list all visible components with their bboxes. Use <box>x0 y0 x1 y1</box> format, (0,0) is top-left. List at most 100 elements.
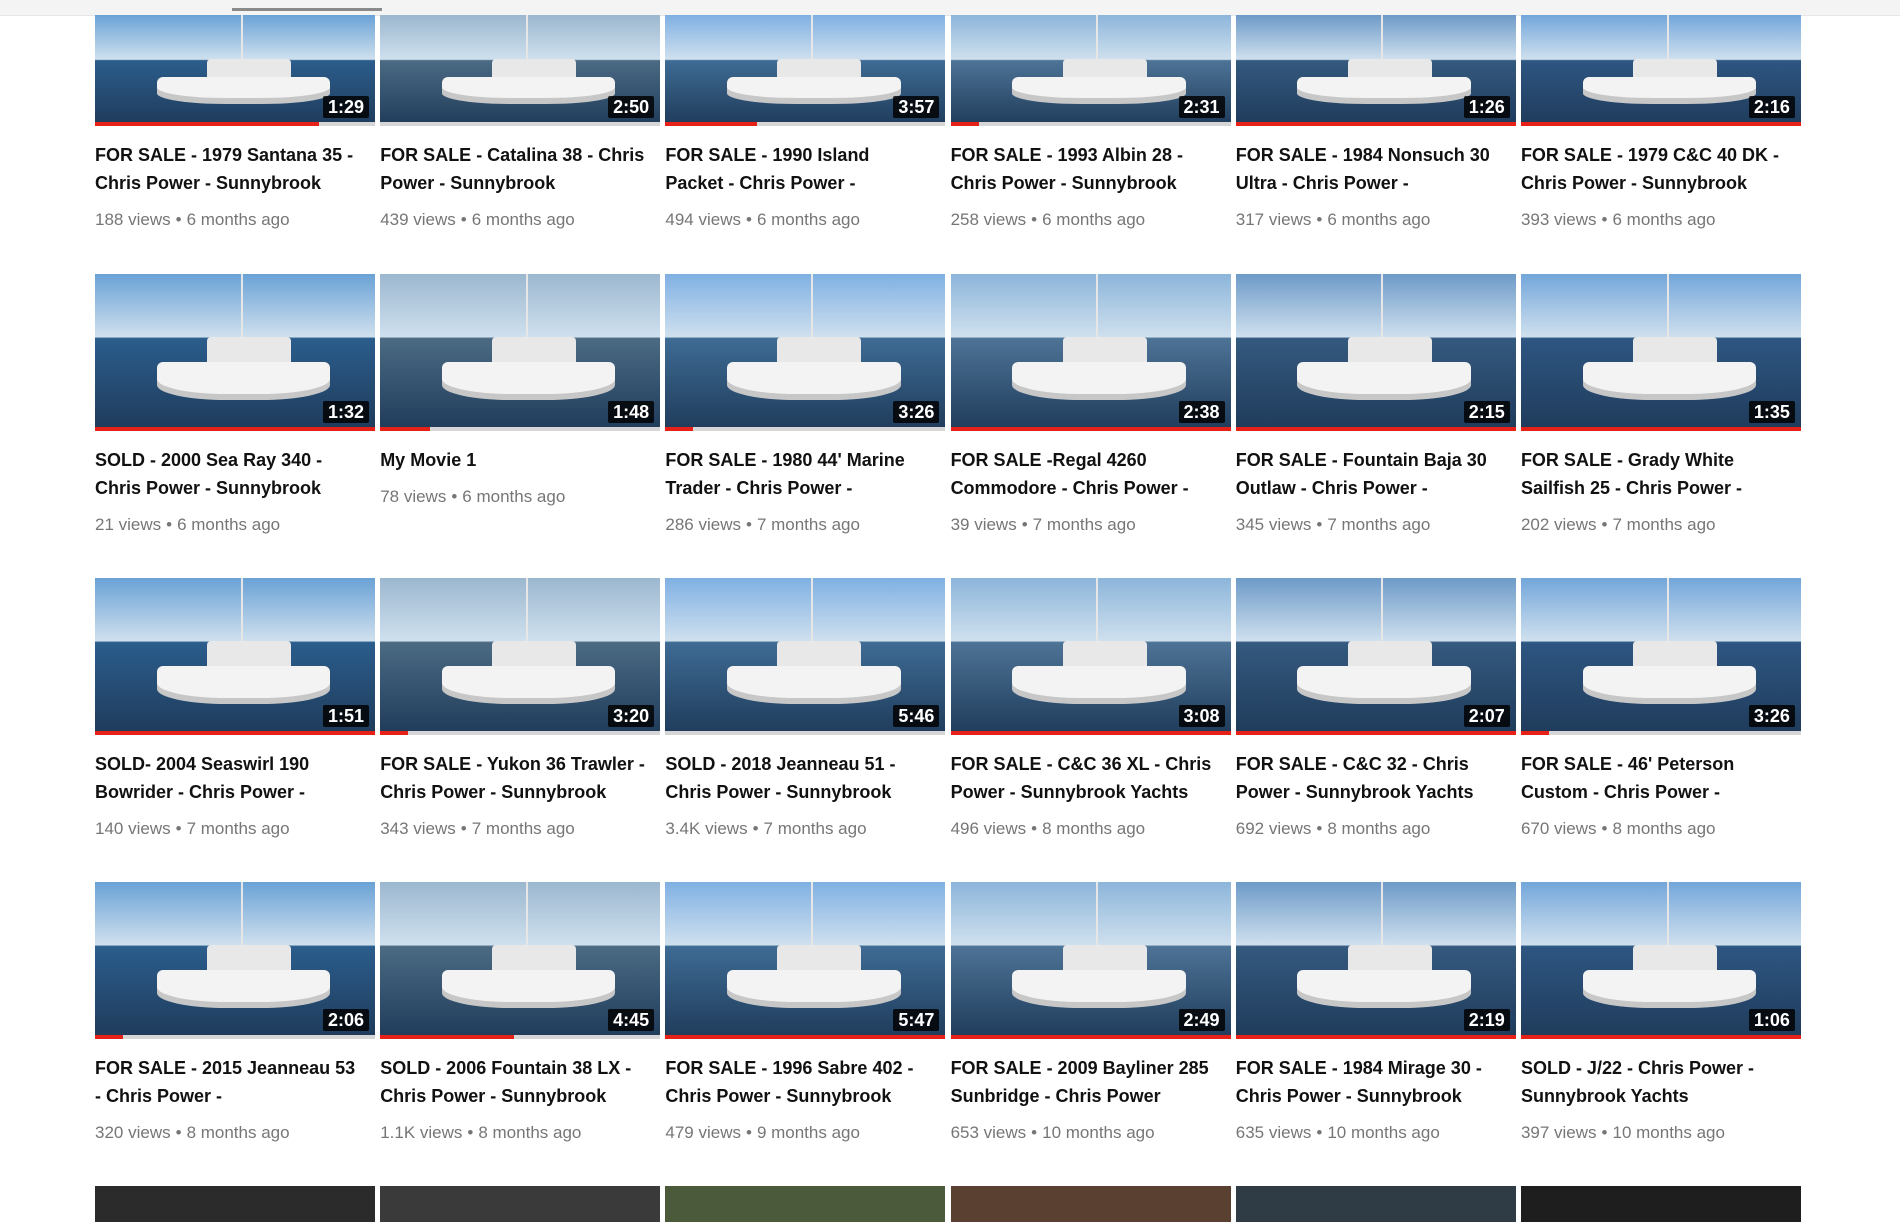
video-card[interactable]: 5:46 SOLD - 2018 Jeanneau 51 - Chris Pow… <box>665 578 946 882</box>
video-title[interactable]: SOLD- 2004 Seaswirl 190 Bowrider - Chris… <box>95 750 361 806</box>
video-thumbnail[interactable]: 1:06 <box>1520 882 1801 1039</box>
watch-progress-fill <box>380 1035 515 1039</box>
video-thumbnail[interactable]: 2:06 <box>95 882 375 1039</box>
thumbnail-stub[interactable] <box>95 1186 375 1222</box>
watch-progress-fill <box>950 1035 1231 1039</box>
video-card[interactable]: 4:45 SOLD - 2006 Fountain 38 LX - Chris … <box>380 882 661 1186</box>
video-title[interactable]: FOR SALE - 2009 Bayliner 285 Sunbridge -… <box>951 1054 1217 1110</box>
video-card[interactable]: 2:50 FOR SALE - Catalina 38 - Chris Powe… <box>380 15 661 274</box>
watch-progress-bar <box>380 1035 661 1039</box>
meta-separator: • <box>460 210 467 229</box>
video-card[interactable]: 2:16 FOR SALE - 1979 C&C 40 DK - Chris P… <box>1520 15 1801 274</box>
meta-separator: • <box>1601 1123 1608 1142</box>
video-card[interactable]: 2:31 FOR SALE - 1993 Albin 28 - Chris Po… <box>950 15 1231 274</box>
video-title[interactable]: FOR SALE - 1980 44' Marine Trader - Chri… <box>665 446 931 502</box>
video-duration: 2:06 <box>322 1009 369 1031</box>
video-thumbnail[interactable]: 2:15 <box>1235 274 1516 431</box>
video-title[interactable]: SOLD - J/22 - Chris Power - Sunnybrook Y… <box>1521 1054 1787 1110</box>
video-thumbnail[interactable]: 3:57 <box>665 15 946 126</box>
video-thumbnail[interactable]: 1:26 <box>1235 15 1516 126</box>
video-thumbnail[interactable]: 2:16 <box>1520 15 1801 126</box>
video-card[interactable]: 5:47 FOR SALE - 1996 Sabre 402 - Chris P… <box>665 882 946 1186</box>
video-thumbnail[interactable]: 1:35 <box>1520 274 1801 431</box>
video-thumbnail[interactable]: 4:45 <box>380 882 661 1039</box>
video-thumbnail[interactable]: 2:31 <box>950 15 1231 126</box>
video-title[interactable]: SOLD - 2006 Fountain 38 LX - Chris Power… <box>380 1054 646 1110</box>
video-card[interactable]: 2:06 FOR SALE - 2015 Jeanneau 53 - Chris… <box>95 882 375 1186</box>
video-title[interactable]: FOR SALE - C&C 32 - Chris Power - Sunnyb… <box>1236 750 1502 806</box>
video-metadata: 140 views • 7 months ago <box>95 818 375 840</box>
video-title[interactable]: FOR SALE - 1984 Nonsuch 30 Ultra - Chris… <box>1236 141 1502 197</box>
video-card[interactable]: 3:26 FOR SALE - 46' Peterson Custom - Ch… <box>1520 578 1801 882</box>
video-thumbnail[interactable]: 2:38 <box>950 274 1231 431</box>
video-thumbnail[interactable]: 3:08 <box>950 578 1231 735</box>
video-thumbnail[interactable]: 1:32 <box>95 274 375 431</box>
thumbnail-stub[interactable] <box>380 1186 661 1222</box>
video-title[interactable]: FOR SALE - 1996 Sabre 402 - Chris Power … <box>665 1054 931 1110</box>
video-thumbnail[interactable]: 1:51 <box>95 578 375 735</box>
video-title[interactable]: SOLD - 2000 Sea Ray 340 - Chris Power - … <box>95 446 361 502</box>
video-thumbnail[interactable]: 3:26 <box>1520 578 1801 735</box>
meta-separator: • <box>175 819 182 838</box>
video-card[interactable]: 3:26 FOR SALE - 1980 44' Marine Trader -… <box>665 274 946 578</box>
video-card[interactable]: 2:07 FOR SALE - C&C 32 - Chris Power - S… <box>1235 578 1516 882</box>
video-title[interactable]: FOR SALE - 1979 Santana 35 - Chris Power… <box>95 141 361 197</box>
boat-hull-graphic <box>1012 77 1186 104</box>
boat-cabin-graphic <box>207 59 291 78</box>
video-card[interactable]: 1:48 My Movie 1 78 views • 6 months ago <box>380 274 661 578</box>
video-title[interactable]: FOR SALE - Fountain Baja 30 Outlaw - Chr… <box>1236 446 1502 502</box>
video-metadata: 653 views • 10 months ago <box>951 1122 1231 1144</box>
video-title[interactable]: FOR SALE - 1984 Mirage 30 - Chris Power … <box>1236 1054 1502 1110</box>
boat-hull-graphic <box>441 77 616 104</box>
video-card[interactable]: 3:57 FOR SALE - 1990 Island Packet - Chr… <box>665 15 946 274</box>
video-title[interactable]: FOR SALE - Grady White Sailfish 25 - Chr… <box>1521 446 1787 502</box>
video-title[interactable]: FOR SALE - Catalina 38 - Chris Power - S… <box>380 141 646 197</box>
video-thumbnail[interactable]: 5:46 <box>665 578 946 735</box>
video-title[interactable]: FOR SALE - 1979 C&C 40 DK - Chris Power … <box>1521 141 1787 197</box>
video-thumbnail[interactable]: 2:07 <box>1235 578 1516 735</box>
video-metadata: 286 views • 7 months ago <box>665 514 945 536</box>
video-card[interactable]: 2:15 FOR SALE - Fountain Baja 30 Outlaw … <box>1235 274 1516 578</box>
video-card[interactable]: 2:38 FOR SALE -Regal 4260 Commodore - Ch… <box>950 274 1231 578</box>
video-title[interactable]: FOR SALE - 46' Peterson Custom - Chris P… <box>1521 750 1787 806</box>
video-thumbnail[interactable]: 1:29 <box>95 15 375 126</box>
video-duration: 2:15 <box>1463 401 1510 423</box>
video-title[interactable]: FOR SALE - C&C 36 XL - Chris Power - Sun… <box>951 750 1217 806</box>
video-card[interactable]: 1:35 FOR SALE - Grady White Sailfish 25 … <box>1520 274 1801 578</box>
video-title[interactable]: SOLD - 2018 Jeanneau 51 - Chris Power - … <box>665 750 931 806</box>
video-title[interactable]: FOR SALE -Regal 4260 Commodore - Chris P… <box>951 446 1217 502</box>
watch-progress-bar <box>665 427 946 431</box>
video-card[interactable]: 1:06 SOLD - J/22 - Chris Power - Sunnybr… <box>1520 882 1801 1186</box>
boat-cabin-graphic <box>1632 640 1717 666</box>
video-card[interactable]: 2:19 FOR SALE - 1984 Mirage 30 - Chris P… <box>1235 882 1516 1186</box>
video-thumbnail[interactable]: 2:50 <box>380 15 661 126</box>
video-card[interactable]: 3:08 FOR SALE - C&C 36 XL - Chris Power … <box>950 578 1231 882</box>
video-card[interactable]: 1:29 FOR SALE - 1979 Santana 35 - Chris … <box>95 15 375 274</box>
video-metadata: 202 views • 7 months ago <box>1521 514 1801 536</box>
video-title[interactable]: FOR SALE - Yukon 36 Trawler - Chris Powe… <box>380 750 646 806</box>
thumbnail-stub[interactable] <box>950 1186 1231 1222</box>
thumbnail-stub[interactable] <box>665 1186 946 1222</box>
video-card[interactable]: 2:49 FOR SALE - 2009 Bayliner 285 Sunbri… <box>950 882 1231 1186</box>
video-thumbnail[interactable]: 3:20 <box>380 578 661 735</box>
thumbnail-stub[interactable] <box>1520 1186 1801 1222</box>
video-thumbnail[interactable]: 1:48 <box>380 274 661 431</box>
thumbnail-stub[interactable] <box>1235 1186 1516 1222</box>
video-thumbnail[interactable]: 5:47 <box>665 882 946 1039</box>
video-card[interactable]: 1:32 SOLD - 2000 Sea Ray 340 - Chris Pow… <box>95 274 375 578</box>
boat-cabin-graphic <box>777 336 862 362</box>
boat-cabin-graphic <box>492 59 577 78</box>
watch-progress-bar <box>1520 427 1801 431</box>
video-title[interactable]: My Movie 1 <box>380 446 646 474</box>
upload-age: 10 months ago <box>1612 1123 1725 1142</box>
video-title[interactable]: FOR SALE - 1993 Albin 28 - Chris Power -… <box>951 141 1217 197</box>
video-card[interactable]: 1:51 SOLD- 2004 Seaswirl 190 Bowrider - … <box>95 578 375 882</box>
upload-age: 6 months ago <box>1042 210 1146 229</box>
video-title[interactable]: FOR SALE - 2015 Jeanneau 53 - Chris Powe… <box>95 1054 361 1110</box>
video-card[interactable]: 3:20 FOR SALE - Yukon 36 Trawler - Chris… <box>380 578 661 882</box>
video-thumbnail[interactable]: 2:49 <box>950 882 1231 1039</box>
video-thumbnail[interactable]: 2:19 <box>1235 882 1516 1039</box>
video-thumbnail[interactable]: 3:26 <box>665 274 946 431</box>
video-card[interactable]: 1:26 FOR SALE - 1984 Nonsuch 30 Ultra - … <box>1235 15 1516 274</box>
video-title[interactable]: FOR SALE - 1990 Island Packet - Chris Po… <box>665 141 931 197</box>
